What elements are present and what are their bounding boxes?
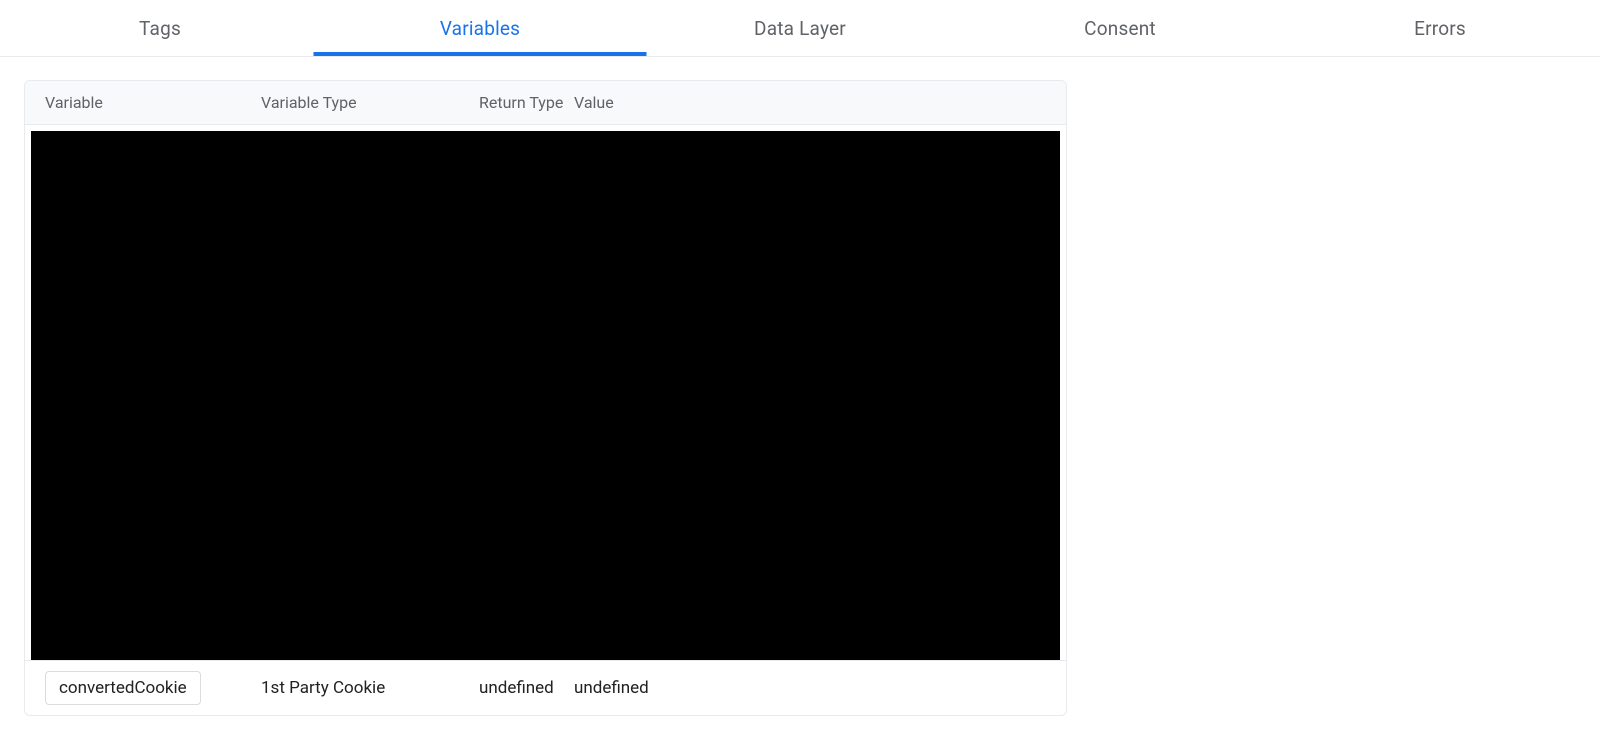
table-row[interactable]: convertedCookie 1st Party Cookie undefin… <box>25 660 1066 715</box>
panel-area: Variable Variable Type Return Type Value… <box>0 57 1600 716</box>
tab-label: Consent <box>1084 17 1156 40</box>
variable-chip[interactable]: convertedCookie <box>45 671 201 705</box>
cell-value: undefined <box>574 678 1066 698</box>
tab-tags[interactable]: Tags <box>0 0 320 56</box>
tab-variables[interactable]: Variables <box>320 0 640 56</box>
cell-return-type: undefined <box>479 678 574 698</box>
tab-label: Data Layer <box>754 17 846 40</box>
tab-label: Errors <box>1414 17 1466 40</box>
column-header-return-type: Return Type <box>479 93 574 112</box>
table-header: Variable Variable Type Return Type Value <box>25 81 1066 125</box>
redacted-content <box>31 131 1060 660</box>
tab-data-layer[interactable]: Data Layer <box>640 0 960 56</box>
column-header-variable: Variable <box>25 93 261 112</box>
cell-variable: convertedCookie <box>25 671 261 705</box>
tabs-bar: Tags Variables Data Layer Consent Errors <box>0 0 1600 57</box>
column-header-value: Value <box>574 93 1066 112</box>
variables-panel: Variable Variable Type Return Type Value… <box>24 80 1067 716</box>
column-header-variable-type: Variable Type <box>261 93 479 112</box>
tab-consent[interactable]: Consent <box>960 0 1280 56</box>
cell-variable-type: 1st Party Cookie <box>261 678 479 698</box>
tab-label: Variables <box>440 17 520 40</box>
tab-errors[interactable]: Errors <box>1280 0 1600 56</box>
tab-label: Tags <box>139 17 181 40</box>
